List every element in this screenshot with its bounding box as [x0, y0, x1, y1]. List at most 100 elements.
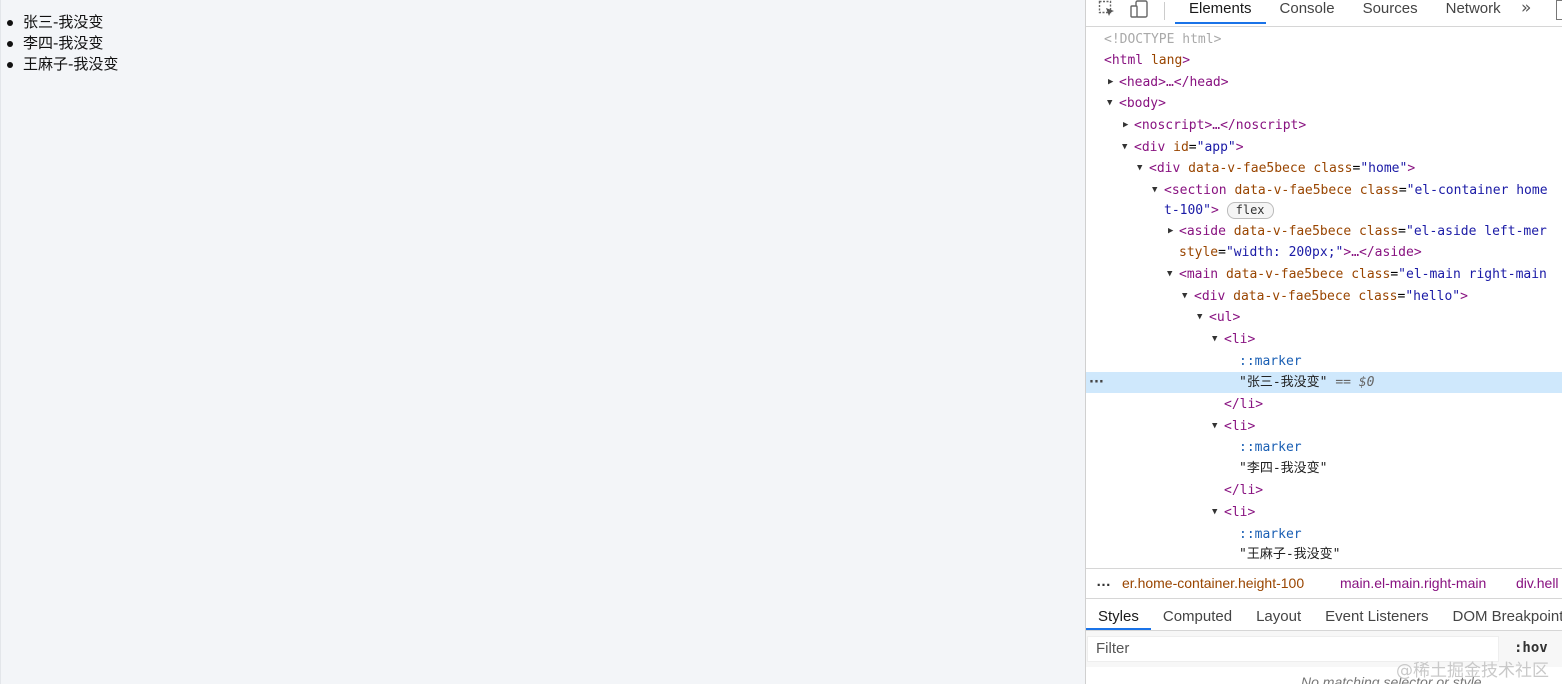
devtools-toolbar: Elements Console Sources Network »	[1086, 0, 1562, 27]
tab-event-listeners[interactable]: Event Listeners	[1313, 599, 1440, 630]
head-tag: <head>…</head>	[1119, 75, 1229, 90]
dom-node[interactable]: "李四-我没变"	[1086, 458, 1562, 479]
dom-node[interactable]: ▼ <main data-v-fae5bece class="el-main r…	[1086, 264, 1562, 285]
device-toolbar-icon[interactable]	[1130, 0, 1150, 22]
main-tag: <main	[1179, 267, 1219, 282]
tab-elements[interactable]: Elements	[1175, 0, 1266, 24]
breadcrumb-item[interactable]: main.el-main.right-main	[1340, 575, 1486, 591]
ul-tag: <ul>	[1209, 310, 1241, 325]
dom-node[interactable]: ▼ <li>	[1086, 329, 1562, 350]
dom-node[interactable]: ▼ <div data-v-fae5bece class="hello">	[1086, 286, 1562, 307]
inspect-element-icon[interactable]	[1098, 0, 1116, 22]
noscript-tag: <noscript>…</noscript>	[1134, 118, 1307, 133]
tab-computed[interactable]: Computed	[1151, 599, 1244, 630]
more-options-icon[interactable]: ···	[1089, 372, 1104, 393]
dom-node[interactable]: ▼ <ul>	[1086, 307, 1562, 328]
li-tag: <li>	[1224, 419, 1256, 434]
dom-node[interactable]: <!DOCTYPE html>	[1086, 29, 1562, 50]
dom-node[interactable]: </li>	[1086, 394, 1562, 415]
collapse-arrow-icon[interactable]: ▼	[1182, 286, 1187, 307]
dom-node[interactable]: ▼ <li>	[1086, 416, 1562, 437]
settings-edge-icon[interactable]	[1556, 0, 1562, 20]
attr-name: data-v-fae5bece	[1225, 267, 1344, 282]
dom-node[interactable]: ▶ <head>…</head>	[1086, 72, 1562, 93]
attr-value: "app"	[1196, 140, 1236, 155]
collapse-arrow-icon[interactable]: ▼	[1122, 137, 1127, 158]
expand-arrow-icon[interactable]: ▶	[1168, 221, 1173, 242]
tab-dom-breakpoints[interactable]: DOM Breakpoints	[1441, 599, 1562, 630]
attr-name: class	[1359, 224, 1399, 239]
more-tabs-icon[interactable]: »	[1521, 0, 1531, 18]
dom-node[interactable]: ▼ <body>	[1086, 93, 1562, 114]
flex-badge[interactable]: flex	[1226, 202, 1274, 219]
selected-marker: == $0	[1335, 375, 1375, 390]
breadcrumb-more-icon[interactable]: …	[1096, 573, 1111, 590]
dom-node[interactable]: </li>	[1086, 480, 1562, 501]
attr-value: "home"	[1360, 161, 1408, 176]
collapse-arrow-icon[interactable]: ▼	[1212, 416, 1217, 437]
dom-node[interactable]: ::marker	[1086, 351, 1562, 372]
breadcrumb-item[interactable]: er.home-container.height-100	[1122, 575, 1304, 591]
dom-node[interactable]: ▼ <div data-v-fae5bece class="home">	[1086, 158, 1562, 179]
collapse-arrow-icon[interactable]: ▼	[1137, 158, 1142, 179]
expand-arrow-icon[interactable]: ▶	[1123, 115, 1128, 136]
tab-sources[interactable]: Sources	[1349, 0, 1432, 24]
html-tag: <html	[1104, 53, 1144, 68]
div-tag: <div	[1149, 161, 1181, 176]
attr-name: data-v-fae5bece	[1188, 161, 1306, 176]
section-tag: <section	[1164, 183, 1227, 198]
dom-node-selected[interactable]: ··· "张三-我没变" == $0	[1086, 372, 1562, 393]
collapse-arrow-icon[interactable]: ▼	[1107, 93, 1112, 114]
div-tag: <div	[1134, 140, 1166, 155]
attr-name: class	[1358, 289, 1398, 304]
dom-node[interactable]: "王麻子-我没变"	[1086, 544, 1562, 565]
li-tag: <li>	[1224, 332, 1256, 347]
dom-node[interactable]: ::marker	[1086, 524, 1562, 545]
list-item: 王麻子-我没变	[6, 55, 119, 73]
attr-value: "el-main right-main	[1398, 267, 1547, 282]
collapse-arrow-icon[interactable]: ▼	[1197, 307, 1202, 328]
html-attr: lang	[1150, 53, 1183, 68]
attr-name: id	[1173, 140, 1189, 155]
collapse-arrow-icon[interactable]: ▼	[1152, 180, 1157, 201]
tab-layout[interactable]: Layout	[1244, 599, 1313, 630]
tab-styles[interactable]: Styles	[1086, 599, 1151, 630]
li-close-tag: </li>	[1224, 397, 1264, 412]
dom-node-continuation: t-100"> flex	[1086, 200, 1562, 221]
dom-node[interactable]: ▶ <aside data-v-fae5bece class="el-aside…	[1086, 221, 1562, 242]
list-item: 李四-我没变	[6, 33, 118, 54]
attr-name: style	[1179, 245, 1219, 260]
tab-console[interactable]: Console	[1266, 0, 1349, 24]
dom-node[interactable]: ▼ <li>	[1086, 502, 1562, 523]
styles-subtabs: Styles Computed Layout Event Listeners D…	[1086, 598, 1562, 631]
dom-node[interactable]: ▶ <noscript>…</noscript>	[1086, 115, 1562, 136]
list-item: 张三-我没变	[6, 12, 118, 33]
collapse-arrow-icon[interactable]: ▼	[1212, 329, 1217, 350]
dom-node[interactable]: ::marker	[1086, 437, 1562, 458]
breadcrumb: … er.home-container.height-100 main.el-m…	[1086, 568, 1562, 599]
attr-value: "width: 200px;"	[1225, 245, 1344, 260]
div-tag: <div	[1194, 289, 1226, 304]
li-tag: <li>	[1224, 505, 1256, 520]
marker-pseudo: ::marker	[1239, 527, 1302, 542]
dom-node[interactable]: ▼ <div id="app">	[1086, 137, 1562, 158]
text-node: "张三-我没变"	[1239, 375, 1328, 390]
attr-name: class	[1313, 161, 1353, 176]
dom-node[interactable]: <html lang>	[1086, 50, 1562, 71]
breadcrumb-item[interactable]: div.hell	[1516, 575, 1559, 591]
attr-value: t-100"	[1164, 203, 1211, 218]
expand-arrow-icon[interactable]: ▶	[1108, 72, 1113, 93]
dom-node-continuation: style="width: 200px;">…</aside>	[1179, 245, 1422, 260]
dom-node[interactable]: ▼ <section data-v-fae5bece class="el-con…	[1086, 180, 1562, 201]
collapse-arrow-icon[interactable]: ▼	[1212, 502, 1217, 523]
attr-value: "el-container home	[1406, 183, 1548, 198]
aside-tag: <aside	[1179, 224, 1226, 239]
attr-name: class	[1351, 267, 1391, 282]
marker-pseudo: ::marker	[1239, 440, 1302, 455]
attr-value: "hello"	[1405, 289, 1461, 304]
text-node: "王麻子-我没变"	[1239, 547, 1341, 562]
rendered-page: 张三-我没变 李四-我没变 王麻子-我没变	[0, 0, 1085, 684]
tab-network[interactable]: Network	[1432, 0, 1515, 24]
hov-toggle[interactable]: :hov	[1514, 640, 1548, 656]
collapse-arrow-icon[interactable]: ▼	[1167, 264, 1172, 285]
